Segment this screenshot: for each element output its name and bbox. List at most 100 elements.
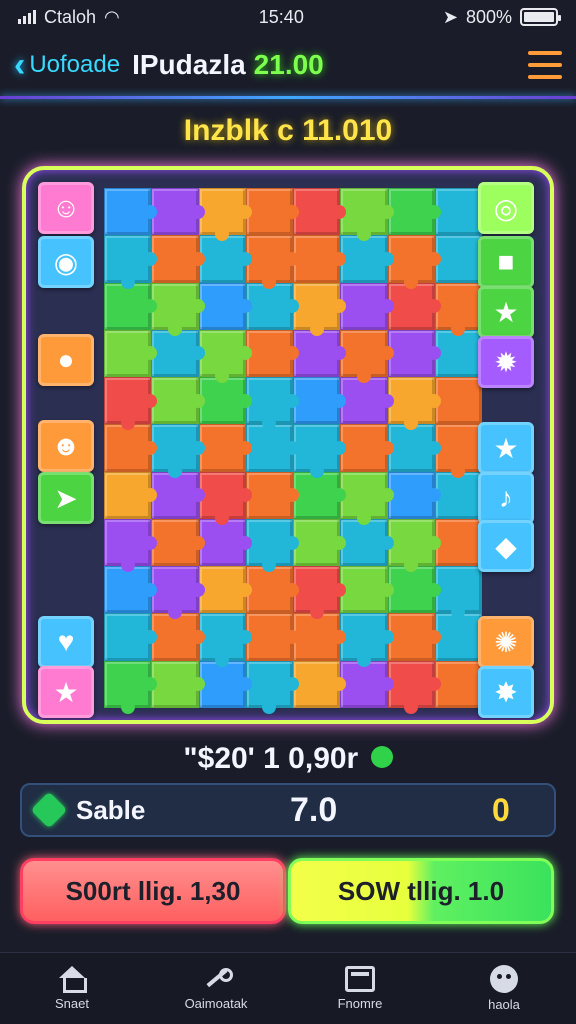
puzzle-piece[interactable] [245, 660, 300, 715]
puzzle-piece[interactable] [151, 613, 205, 661]
puzzle-piece[interactable] [434, 518, 482, 567]
puzzle-piece[interactable] [151, 235, 205, 283]
puzzle-piece[interactable] [293, 235, 347, 283]
short-button[interactable]: S00rt llig. 1,30 [20, 858, 286, 924]
puzzle-piece[interactable] [245, 329, 300, 378]
side-tile[interactable]: ● [38, 334, 94, 386]
puzzle-piece[interactable] [104, 188, 158, 236]
puzzle-piece[interactable] [151, 329, 205, 378]
puzzle-piece[interactable] [151, 518, 205, 567]
puzzle-piece[interactable] [198, 566, 253, 614]
menu-button[interactable] [528, 51, 562, 79]
side-tile[interactable]: ✹ [478, 336, 534, 388]
puzzle-piece[interactable] [340, 377, 394, 425]
puzzle-piece[interactable] [293, 424, 347, 478]
puzzle-piece[interactable] [387, 471, 442, 519]
puzzle-piece[interactable] [198, 518, 253, 567]
puzzle-piece[interactable] [104, 566, 158, 614]
puzzle-piece[interactable] [104, 329, 158, 378]
puzzle-piece[interactable] [198, 660, 253, 708]
puzzle-piece[interactable] [245, 424, 300, 472]
side-tile[interactable]: ◎ [478, 182, 534, 234]
puzzle-piece[interactable] [293, 377, 347, 425]
puzzle-piece[interactable] [340, 329, 394, 384]
puzzle-piece[interactable] [434, 660, 482, 708]
puzzle-piece[interactable] [198, 613, 253, 668]
side-tile[interactable]: ✸ [478, 666, 534, 718]
nav-profile[interactable]: haola [449, 965, 559, 1012]
nav-home[interactable]: Snaet [17, 966, 127, 1011]
puzzle-piece[interactable] [104, 471, 158, 519]
puzzle-piece[interactable] [245, 613, 300, 661]
puzzle-piece[interactable] [293, 518, 347, 567]
side-tile[interactable]: ☺ [38, 182, 94, 234]
puzzle-piece[interactable] [434, 377, 482, 425]
puzzle-piece[interactable] [198, 329, 253, 384]
puzzle-piece[interactable] [293, 188, 347, 236]
puzzle-piece[interactable] [434, 566, 482, 620]
puzzle-piece[interactable] [434, 471, 482, 519]
puzzle-piece[interactable] [340, 424, 394, 472]
puzzle-piece[interactable] [293, 660, 347, 708]
puzzle-piece[interactable] [104, 377, 158, 431]
puzzle-piece[interactable] [340, 660, 394, 708]
puzzle-piece[interactable] [151, 660, 205, 708]
puzzle-piece[interactable] [434, 329, 482, 378]
puzzle-piece[interactable] [434, 235, 482, 283]
puzzle-piece[interactable] [434, 424, 482, 478]
puzzle-piece[interactable] [104, 282, 158, 330]
puzzle-piece[interactable] [434, 188, 482, 236]
puzzle-piece[interactable] [104, 518, 158, 573]
puzzle-piece[interactable] [104, 613, 158, 661]
puzzle-piece[interactable] [340, 613, 394, 668]
puzzle-piece[interactable] [104, 660, 158, 715]
puzzle-piece[interactable] [245, 235, 300, 289]
back-button[interactable]: ‹ Uofoade [14, 48, 120, 82]
side-tile[interactable]: ➤ [38, 472, 94, 524]
puzzle-piece[interactable] [245, 471, 300, 519]
side-tile[interactable]: ✺ [478, 616, 534, 668]
puzzle-piece[interactable] [245, 377, 300, 431]
puzzle-piece[interactable] [387, 613, 442, 661]
puzzle-piece[interactable] [293, 613, 347, 661]
puzzle-piece[interactable] [151, 471, 205, 519]
side-tile[interactable]: ★ [38, 666, 94, 718]
side-tile[interactable]: ◉ [38, 236, 94, 288]
puzzle-piece[interactable] [198, 424, 253, 472]
puzzle-piece[interactable] [293, 566, 347, 620]
puzzle-piece[interactable] [151, 377, 205, 425]
side-tile[interactable]: ★ [478, 422, 534, 474]
puzzle-piece[interactable] [151, 566, 205, 620]
puzzle-piece[interactable] [245, 282, 300, 330]
puzzle-piece[interactable] [198, 377, 253, 425]
puzzle-piece[interactable] [340, 566, 394, 614]
puzzle-piece[interactable] [340, 518, 394, 567]
puzzle-piece[interactable] [198, 282, 253, 330]
puzzle-piece[interactable] [293, 329, 347, 378]
side-tile[interactable]: ♪ [478, 472, 534, 524]
puzzle-piece[interactable] [387, 282, 442, 330]
puzzle-piece[interactable] [387, 188, 442, 236]
puzzle-piece[interactable] [387, 424, 442, 472]
slow-button[interactable]: SOW tllig. 1.0 [288, 858, 554, 924]
puzzle-piece[interactable] [198, 235, 253, 283]
puzzle-piece[interactable] [434, 613, 482, 661]
puzzle-piece[interactable] [104, 235, 158, 289]
side-tile[interactable]: ■ [478, 236, 534, 288]
puzzle-piece[interactable] [387, 377, 442, 431]
puzzle-piece[interactable] [245, 188, 300, 236]
puzzle-piece[interactable] [245, 566, 300, 614]
puzzle-piece[interactable] [151, 188, 205, 236]
puzzle-piece[interactable] [340, 282, 394, 330]
puzzle-piece[interactable] [151, 424, 205, 478]
puzzle-piece[interactable] [340, 471, 394, 526]
puzzle-piece[interactable] [387, 518, 442, 573]
puzzle-piece[interactable] [387, 235, 442, 289]
puzzle-piece[interactable] [434, 282, 482, 337]
puzzle-piece[interactable] [293, 471, 347, 519]
puzzle-piece[interactable] [293, 282, 347, 337]
side-tile[interactable]: ◆ [478, 520, 534, 572]
puzzle-piece[interactable] [340, 188, 394, 242]
side-tile[interactable]: ★ [478, 286, 534, 338]
puzzle-piece[interactable] [245, 518, 300, 573]
